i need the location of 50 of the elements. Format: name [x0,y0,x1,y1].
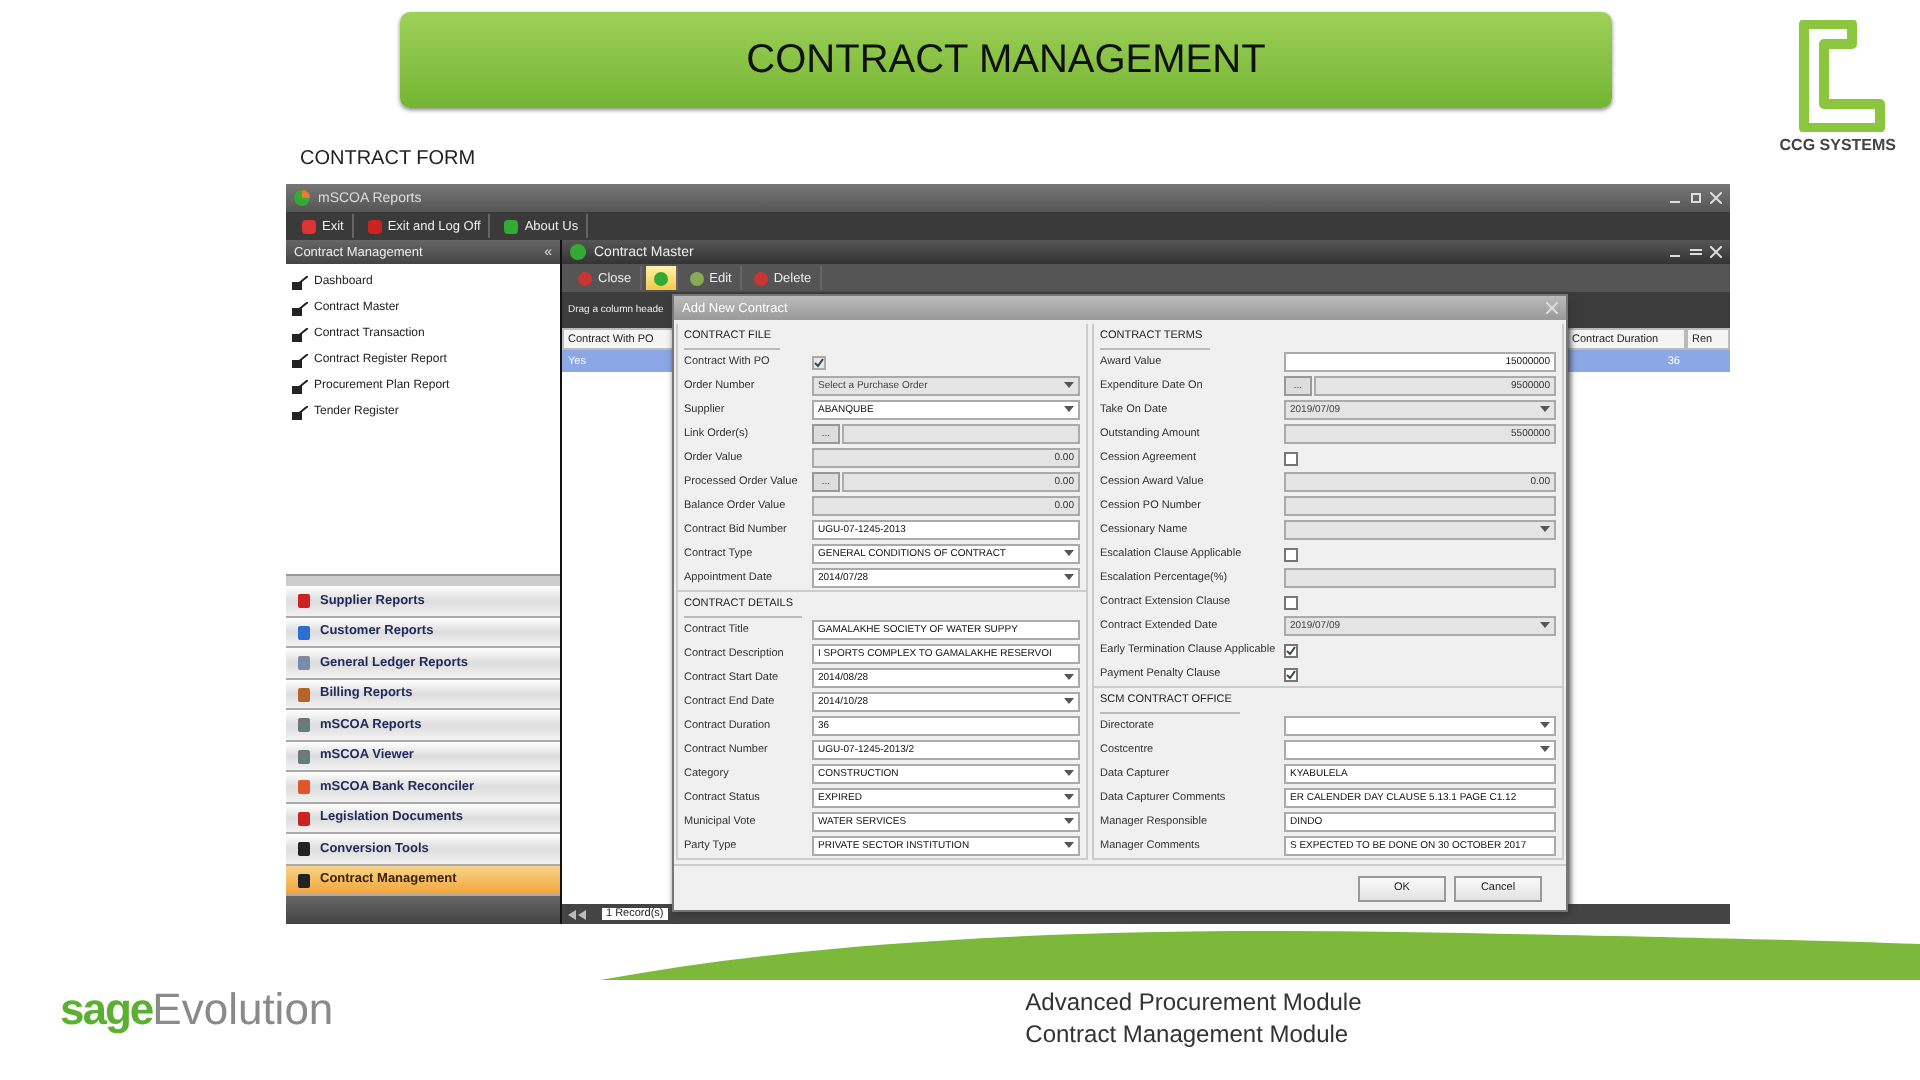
caret-icon [1064,794,1074,802]
caret-icon [1064,842,1074,850]
checkbox[interactable] [1284,595,1298,609]
toolbar-button[interactable] [645,266,678,290]
caret-icon [1540,722,1550,730]
form-label: CONTRACT FORM [300,148,478,170]
checkmark-icon [1286,645,1296,655]
tool-icon [302,219,316,233]
tool-icon [753,271,768,285]
pen-icon [292,379,308,393]
brand-logo: sageEvolution [60,984,334,1036]
restore-icon[interactable] [1690,192,1702,204]
caret-icon [1540,622,1550,630]
caret-icon [1064,550,1074,558]
caret-icon [1540,746,1550,754]
tool-icon [367,219,382,233]
tool-icon [653,271,668,285]
caret-icon [1064,698,1074,706]
caret-icon [1064,818,1074,826]
tool-icon [689,271,704,285]
pen-icon [292,405,308,419]
caret-icon [1064,406,1074,414]
caption: Advanced Procurement Module [1025,988,1362,1016]
caret-icon [1064,574,1074,582]
checkbox[interactable] [1284,643,1298,657]
checkbox[interactable] [1284,451,1298,465]
logo-text: CCG SYSTEMS [1779,136,1896,154]
caret-icon [1064,770,1074,778]
caret-icon [1064,674,1074,682]
close-icon[interactable] [1710,192,1722,204]
checkbox[interactable] [1284,547,1298,561]
checkbox[interactable] [1284,667,1298,681]
document-icon [570,244,586,260]
caption: Contract Management Module [1025,1020,1351,1048]
title-banner: CONTRACT MANAGEMENT [400,12,1612,108]
table-cell [1686,350,1730,372]
app-icon [294,190,310,206]
maximize-icon[interactable] [1690,246,1702,258]
pen-icon [292,353,308,367]
close-icon[interactable] [1710,246,1722,258]
pen-icon [292,275,308,289]
caret-icon [1064,382,1074,390]
caret-icon [1540,526,1550,534]
checkmark-icon [814,357,824,367]
pen-icon [292,301,308,315]
tool-icon [578,271,592,285]
tool-icon [504,219,519,233]
pen-icon [292,327,308,341]
caret-icon [1540,406,1550,414]
checkmark-icon [1286,669,1296,679]
